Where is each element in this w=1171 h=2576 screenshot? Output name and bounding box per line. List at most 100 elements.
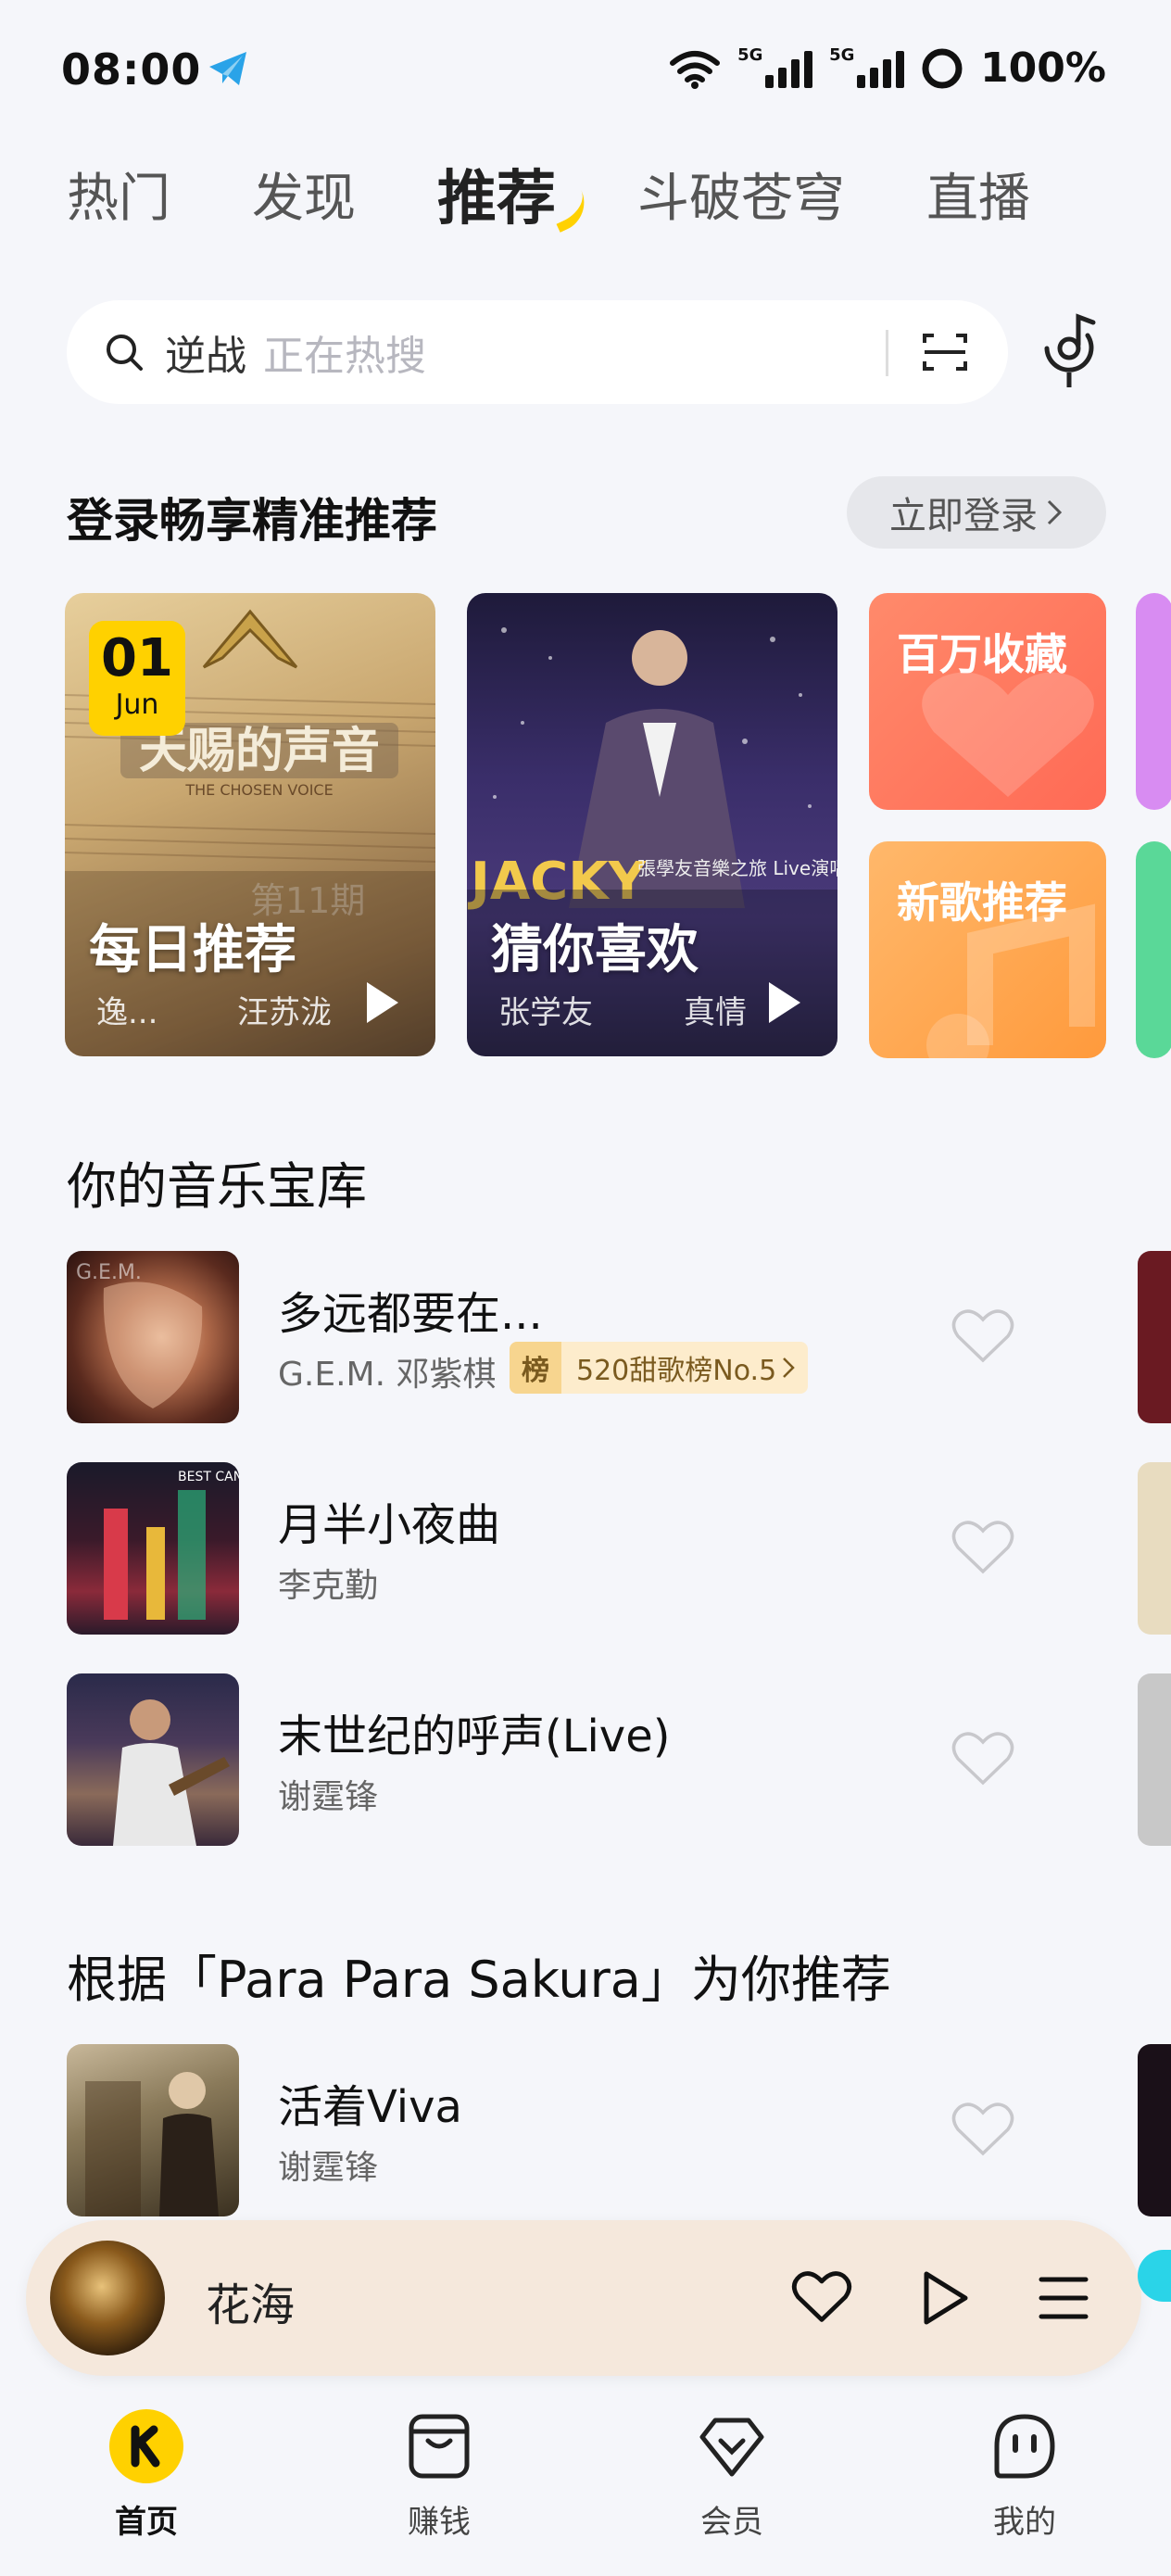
tab-recommend-label: 推荐: [437, 165, 556, 234]
cover-subtitle-text: 張學友音樂之旅 Live演唱會: [637, 857, 837, 879]
card-title: 猜你喜欢: [491, 920, 699, 980]
profile-face-icon: [988, 2409, 1062, 2483]
tab-live[interactable]: 直播: [926, 167, 1030, 232]
million-collection-card[interactable]: 百万收藏: [869, 593, 1106, 810]
card-artist: 张学友: [498, 994, 593, 1031]
card-song-1: 真情: [684, 994, 747, 1031]
chevron-right-icon: [1047, 499, 1063, 525]
daily-recommend-card[interactable]: 天赐的声音 THE CHOSEN VOICE 第11期 01 Jun 每日推荐 …: [65, 593, 435, 1056]
next-column-peek: [1138, 1462, 1171, 1635]
chart-rank-badge[interactable]: 榜 520甜歌榜No.5: [510, 1342, 809, 1394]
song-artist: G.E.M. 邓紫棋: [278, 1356, 497, 1394]
login-button-label: 立即登录: [889, 495, 1038, 537]
mini-player[interactable]: 花海: [26, 2220, 1141, 2376]
voice-search-icon[interactable]: [1036, 311, 1102, 391]
more-card-peek-2[interactable]: [1136, 841, 1171, 1058]
heart-icon[interactable]: [951, 1518, 1015, 1575]
login-button[interactable]: 立即登录: [847, 476, 1106, 549]
heart-icon[interactable]: [951, 1307, 1015, 1364]
network-label-1: 5G: [737, 44, 763, 65]
song-cover: [67, 2044, 239, 2216]
heart-icon[interactable]: [951, 1729, 1015, 1787]
nav-label: 会员: [700, 2504, 763, 2541]
cover-text: BEST CANTOPOP 2022: [178, 1470, 239, 1484]
new-songs-card[interactable]: 新歌推荐: [869, 841, 1106, 1058]
heart-icon[interactable]: [951, 2100, 1015, 2157]
song-title: 活着Viva: [278, 2081, 462, 2133]
tab-doupo[interactable]: 斗破苍穹: [637, 167, 845, 232]
search-bar[interactable]: 逆战 正在热搜: [67, 300, 1008, 404]
nav-label: 我的: [993, 2504, 1056, 2541]
search-placeholder: 正在热搜: [263, 333, 426, 380]
song-title: 月半小夜曲: [278, 1499, 501, 1551]
nav-earn[interactable]: 赚钱: [365, 2409, 513, 2542]
card-title: 百万收藏: [897, 629, 1067, 679]
date-badge: 01 Jun: [89, 621, 185, 736]
song-title: 末世纪的呼声(Live): [278, 1711, 671, 1762]
date-day: 01: [101, 628, 173, 688]
nav-home[interactable]: 首页: [72, 2409, 220, 2542]
top-tabs: 热门 发现 推荐 斗破苍穹 直播: [67, 165, 1112, 234]
card-title: 每日推荐: [89, 920, 296, 980]
date-month: Jun: [115, 688, 159, 721]
song-cover: G.E.M.: [67, 1251, 239, 1423]
nav-label: 赚钱: [408, 2504, 471, 2541]
telegram-icon: [209, 52, 246, 85]
search-divider: [886, 330, 888, 376]
cover-art: [113, 1699, 230, 1846]
card-artist: 汪苏泷: [237, 994, 332, 1031]
status-indicators: 5G 5G 100%: [669, 44, 1106, 92]
search-icon: [107, 335, 143, 371]
cover-art: G.E.M.: [76, 1261, 203, 1408]
status-bar: 08:00 5G 5G 100%: [0, 0, 1171, 139]
playlist-icon[interactable]: [1034, 2274, 1089, 2322]
play-icon[interactable]: [367, 982, 398, 1023]
rank-badge-text: 520甜歌榜No.5: [576, 1355, 777, 1387]
song-cover: [67, 1673, 239, 1846]
cover-art: BEST CANTOPOP 2022: [104, 1470, 239, 1620]
next-column-peek: [1138, 2044, 1171, 2216]
search-query: 逆战: [165, 333, 246, 380]
wifi-icon: [670, 50, 721, 89]
bottom-nav: 首页 赚钱 会员 我的: [0, 2391, 1171, 2576]
play-icon[interactable]: [769, 982, 800, 1023]
battery-percent: 100%: [980, 44, 1106, 92]
network-label-2: 5G: [829, 44, 855, 65]
nav-mine[interactable]: 我的: [951, 2409, 1099, 2542]
song-artist: 谢霆锋: [278, 2149, 379, 2187]
cover-subtitle-text: THE CHOSEN VOICE: [184, 781, 333, 799]
song-row[interactable]: G.E.M. 多远都要在... G.E.M. 邓紫棋 榜 520甜歌榜No.5: [67, 1251, 1104, 1423]
chevron-right-icon: [783, 1357, 795, 1378]
guess-you-like-card[interactable]: JACKY 張學友音樂之旅 Live演唱會 猜你喜欢 张学友 真情: [467, 593, 837, 1056]
next-column-peek: [1138, 1673, 1171, 1846]
play-icon[interactable]: [921, 2270, 969, 2326]
now-playing-cover: [50, 2241, 165, 2355]
cover-art: [85, 2072, 219, 2216]
song-title: 多远都要在...: [278, 1288, 543, 1340]
floating-widget-peek[interactable]: [1138, 2250, 1171, 2302]
song-row[interactable]: 末世纪的呼声(Live) 谢霆锋: [67, 1673, 1104, 1846]
more-card-peek-1[interactable]: [1136, 593, 1171, 810]
now-playing-title: 花海: [206, 2279, 296, 2331]
login-heading: 登录畅享精准推荐: [67, 494, 437, 548]
song-row[interactable]: 活着Viva 谢霆锋: [67, 2044, 1104, 2216]
status-time: 08:00: [61, 44, 202, 95]
nav-label: 首页: [115, 2504, 178, 2541]
signal-icon-1: 5G: [737, 45, 813, 88]
next-column-peek: [1138, 1251, 1171, 1423]
tab-recommend[interactable]: 推荐: [437, 165, 594, 234]
song-artist: 谢霆锋: [278, 1778, 379, 1816]
wallet-icon: [402, 2409, 476, 2483]
based-on-heading: 根据「Para Para Sakura」为你推荐: [67, 1951, 891, 2009]
signal-icon-2: 5G: [829, 45, 905, 88]
song-row[interactable]: BEST CANTOPOP 2022 月半小夜曲 李克勤: [67, 1462, 1104, 1635]
card-song-1: 逸...: [96, 994, 158, 1031]
nav-vip[interactable]: 会员: [658, 2409, 806, 2542]
song-cover: BEST CANTOPOP 2022: [67, 1462, 239, 1635]
cover-text: G.E.M.: [76, 1261, 142, 1284]
scan-icon[interactable]: [923, 332, 967, 373]
heart-icon[interactable]: [791, 2268, 852, 2324]
battery-icon: [922, 48, 963, 88]
tab-discover[interactable]: 发现: [252, 167, 356, 232]
tab-hot[interactable]: 热门: [67, 167, 170, 232]
